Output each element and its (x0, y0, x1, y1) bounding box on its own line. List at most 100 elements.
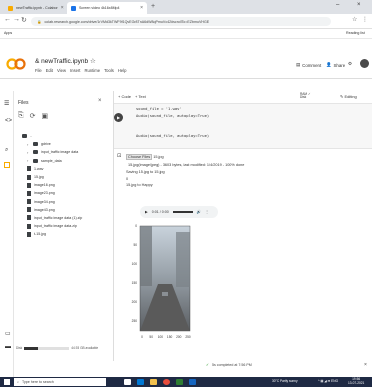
close-panel-icon[interactable]: × (98, 98, 102, 104)
windows-start-icon[interactable] (4, 379, 10, 385)
close-tab-icon[interactable]: × (140, 5, 143, 11)
menu-view[interactable]: View (57, 68, 66, 73)
files-folder-icon[interactable] (4, 162, 10, 168)
avatar[interactable] (360, 59, 369, 68)
run-cell-button[interactable]: ▶ (114, 113, 123, 122)
folder-item[interactable]: › input_traffic image data (22, 148, 112, 156)
clock-date: 13-07-2021 (348, 380, 365, 385)
folder-item[interactable]: › sample_data (22, 157, 112, 165)
upload-icon[interactable]: ⎘ (18, 112, 24, 120)
menu-insert[interactable]: Insert (70, 68, 80, 73)
folder-item[interactable]: › gdrive (22, 140, 112, 148)
ram-disk-indicator[interactable]: RAM ✓ Disk (300, 92, 311, 100)
star-icon[interactable]: ☆ (352, 16, 357, 23)
image-plot: 050100150200250 0 50 100 150 200 250 (132, 224, 191, 339)
expand-chevron-icon[interactable]: › (27, 142, 30, 147)
clock[interactable]: 19:56 13-07-2021 (348, 377, 365, 386)
menu-edit[interactable]: Edit (46, 68, 53, 73)
play-audio-icon[interactable]: ▶ (145, 210, 148, 214)
toc-icon[interactable]: ☰ (4, 100, 9, 107)
file-item[interactable]: 15.jpg (22, 173, 112, 181)
browser-tab-colab[interactable]: newTraffic.ipynb - Colabor × (4, 2, 66, 14)
menu-dots-icon[interactable]: ⋮ (362, 16, 368, 23)
reading-list-bookmark[interactable]: Reading list (346, 31, 365, 35)
file-explorer-icon[interactable] (150, 379, 157, 385)
file-item[interactable]: image16.png (22, 181, 112, 189)
close-tab-icon[interactable]: × (61, 5, 64, 11)
parent-folder-item[interactable]: .. (22, 132, 112, 140)
disk-available-text: 44.93 GB available (71, 346, 99, 350)
building-left (140, 226, 152, 286)
weather-widget[interactable]: 30°C Partly sunny (272, 379, 298, 383)
star-notebook-icon[interactable]: ☆ (90, 58, 96, 65)
terminal-icon[interactable]: ▭ (5, 330, 11, 337)
audio-progress-bar[interactable] (172, 211, 193, 213)
audio-menu-icon[interactable]: ⋮ (205, 210, 209, 214)
search-icon[interactable]: ⌕ (5, 147, 8, 154)
chrome-icon[interactable] (163, 379, 170, 385)
browser-tab-video[interactable]: Screen video 4k16x8Mp4 × (67, 2, 147, 14)
word-icon[interactable] (189, 379, 196, 385)
edge-icon[interactable] (137, 379, 144, 385)
close-window-icon[interactable]: × (357, 2, 361, 8)
menu-file[interactable]: File (35, 68, 42, 73)
comment-button[interactable]: ▤ Comment (296, 62, 321, 68)
editing-toggle[interactable]: ✎ Editing (340, 94, 357, 99)
expand-chevron-icon[interactable]: › (27, 158, 30, 163)
volume-icon[interactable]: 🔊 (197, 210, 201, 214)
resources-ok-icon: ✓ (307, 92, 311, 96)
file-item[interactable]: 1.wav (22, 165, 112, 173)
start-tile (4, 382, 7, 385)
add-text-button[interactable]: + Text (135, 94, 146, 99)
minimize-icon[interactable]: – (336, 2, 339, 8)
notebook-title[interactable]: & newTraffic.ipynb ☆ (35, 57, 96, 65)
refresh-folder-icon[interactable]: ⟳ (30, 112, 36, 120)
completed-check-icon: ✓ (206, 363, 210, 367)
file-item[interactable]: input_traffic image data.zip (22, 222, 112, 230)
search-icon: ⌕ (17, 380, 20, 384)
url-bar[interactable]: 🔒 colab.research.google.com/drive/1rVMd3… (31, 17, 331, 26)
menu-tools[interactable]: Tools (104, 68, 114, 73)
code-snippets-icon[interactable]: <> (5, 118, 12, 124)
tray-icons[interactable]: ^ ▦ ◢ ⊟ ENG (318, 379, 338, 383)
file-item[interactable]: image34.png (22, 198, 112, 206)
tree-item-label: input_traffic image data.zip (34, 224, 77, 229)
expand-chevron-icon[interactable]: › (27, 150, 30, 155)
disk-indicator-label: Disk (300, 95, 307, 100)
code-line[interactable]: Audio(sound_file, autoplay=True) (136, 133, 209, 138)
excel-icon[interactable] (176, 379, 183, 385)
add-code-button[interactable]: + Code (118, 94, 131, 99)
disk-usage-bar (24, 346, 70, 350)
folder-icon (33, 150, 38, 155)
file-item[interactable]: image43.png (22, 206, 112, 214)
file-item[interactable]: input_traffic image data (1).zip (22, 214, 112, 222)
apps-bookmark[interactable]: Apps (4, 31, 12, 35)
file-item[interactable]: t-15.jpg (22, 230, 112, 238)
reload-icon[interactable]: ↻ (21, 16, 27, 24)
new-tab-button[interactable]: + (151, 3, 155, 10)
settings-button[interactable]: ⚙ (348, 61, 352, 67)
code-line[interactable]: Audio(sound_file, autoplay=True) (136, 113, 209, 118)
choose-files-control[interactable]: Choose Files 15.jpg (126, 154, 164, 160)
taskbar-search[interactable]: ⌕ Type here to search (14, 378, 106, 386)
y-tick-label: 0 (135, 224, 137, 228)
menu-runtime[interactable]: Runtime (84, 68, 100, 73)
file-item[interactable]: image23.png (22, 189, 112, 197)
back-arrow-icon[interactable]: ← (4, 16, 11, 23)
menu-help[interactable]: Help (118, 68, 127, 73)
audio-player[interactable]: ▶ 0:01 / 0:00 🔊 ⋮ (140, 206, 218, 218)
tree-item-label: image16.png (34, 183, 55, 188)
task-view-icon[interactable] (124, 379, 131, 385)
output-menu-icon[interactable]: ⊡ (117, 153, 121, 159)
choose-files-button[interactable]: Choose Files (126, 154, 153, 160)
code-line[interactable]: sound_file = '1.wav' (136, 106, 182, 111)
close-status-icon[interactable]: × (364, 362, 367, 368)
x-tick-label: 200 (176, 335, 182, 339)
x-tick-label: 150 (167, 335, 173, 339)
forward-arrow-icon[interactable]: → (13, 16, 20, 23)
mount-drive-icon[interactable]: ▣ (41, 112, 48, 120)
command-palette-icon[interactable]: ▬ (5, 344, 11, 350)
x-tick-label: 100 (158, 335, 164, 339)
colab-logo-icon[interactable] (6, 58, 26, 70)
share-button[interactable]: 👤 Share (326, 62, 345, 68)
